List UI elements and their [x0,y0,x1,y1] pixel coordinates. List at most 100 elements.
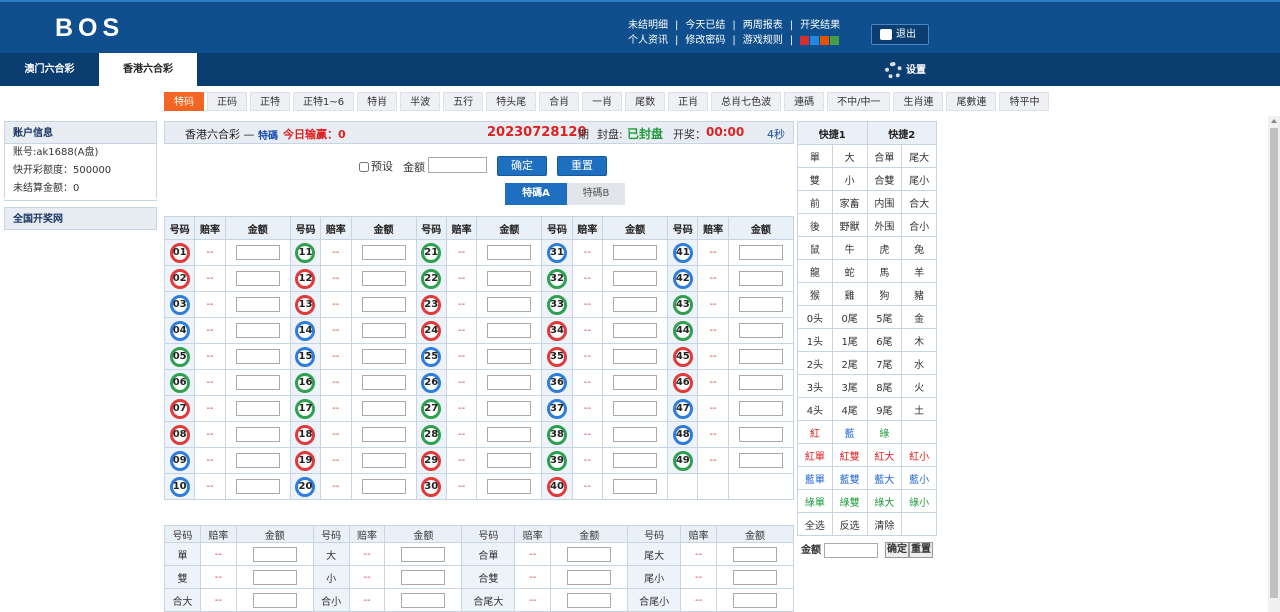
number-ball[interactable]: 17 [295,398,316,419]
attribute-label[interactable]: 大 [312,542,350,566]
quick-option[interactable]: 野獸 [831,213,868,237]
bet-amount-input[interactable] [738,453,783,468]
number-cell[interactable]: 32 [541,265,573,292]
quick-option[interactable]: 4头 [797,397,833,421]
number-ball[interactable]: 06 [169,372,190,393]
quick-option[interactable]: 8尾 [866,374,903,398]
number-cell[interactable]: 34 [541,317,573,344]
bet-amount-input[interactable] [252,569,297,585]
number-ball[interactable]: 47 [672,398,693,419]
scrollbar[interactable] [1268,116,1280,612]
bet-amount-input[interactable] [487,349,532,364]
quick-option[interactable]: 龍 [797,259,833,283]
bet-amount-input[interactable] [235,479,280,494]
bet-amount-input[interactable] [235,245,280,260]
number-cell[interactable]: 23 [415,291,447,318]
number-ball[interactable]: 43 [672,294,693,315]
bet-type-tab[interactable]: 尾数 [625,92,666,111]
number-cell[interactable]: 31 [541,239,573,266]
bet-type-tab[interactable]: 特头尾 [486,92,537,111]
bet-amount-input[interactable] [613,323,658,338]
number-cell[interactable]: 24 [415,317,447,344]
bet-amount-input[interactable] [613,479,658,494]
amount-input[interactable] [428,157,487,173]
theme-color-swatch[interactable] [810,35,820,45]
bet-amount-input[interactable] [613,297,658,312]
quick-header[interactable]: 快捷1 [797,121,868,145]
number-cell[interactable]: 14 [289,317,322,344]
number-ball[interactable]: 04 [169,320,190,341]
number-cell[interactable]: 49 [667,447,699,474]
number-cell[interactable]: 44 [667,317,699,344]
preset-checkbox[interactable]: 预设 [359,158,393,174]
attribute-label[interactable]: 尾小 [627,565,682,589]
results-link[interactable]: 全国开奖网 [4,207,157,230]
quick-option[interactable]: 小 [831,167,868,191]
quick-option[interactable]: 家畜 [831,190,868,214]
number-cell[interactable]: 40 [541,473,573,500]
quick-option[interactable]: 9尾 [866,397,903,421]
quick-option[interactable]: 2头 [797,351,833,375]
bet-amount-input[interactable] [361,323,406,338]
number-ball[interactable]: 30 [421,476,442,497]
bet-amount-input[interactable] [738,349,783,364]
number-ball[interactable]: 38 [547,424,568,445]
bet-type-tab[interactable]: 正肖 [668,92,709,111]
header-link[interactable]: 个人资讯 [628,31,668,46]
quick-option[interactable]: 反选 [831,512,868,536]
quick-option[interactable]: 大 [831,144,868,168]
attribute-label[interactable]: 尾大 [627,542,682,566]
quick-option[interactable]: 0尾 [831,305,868,329]
quick-option[interactable]: 馬 [866,259,903,283]
bet-amount-input[interactable] [235,375,280,390]
bet-amount-input[interactable] [733,569,778,585]
quick-option[interactable]: 火 [901,374,937,398]
number-cell[interactable]: 16 [289,369,322,396]
quick-option[interactable]: 合單 [866,144,903,168]
number-ball[interactable]: 08 [169,424,190,445]
bet-amount-input[interactable] [487,245,532,260]
bet-amount-input[interactable] [361,479,406,494]
number-cell[interactable]: 36 [541,369,573,396]
header-link[interactable]: 开奖结果 [800,16,840,31]
quick-option[interactable]: 紅雙 [831,443,868,467]
number-cell[interactable]: 28 [415,421,447,448]
number-cell[interactable]: 06 [163,369,196,396]
quick-option[interactable]: 尾小 [901,167,937,191]
quick-option[interactable]: 藍單 [797,466,833,490]
bet-amount-input[interactable] [738,401,783,416]
number-cell[interactable]: 17 [289,395,322,422]
bet-amount-input[interactable] [738,427,783,442]
quick-option[interactable]: 3尾 [831,374,868,398]
header-link[interactable]: 今天已结 [685,16,725,31]
quick-option[interactable]: 紅 [797,420,833,444]
number-cell[interactable]: 02 [163,265,196,292]
quick-option[interactable]: 羊 [901,259,937,283]
bet-amount-input[interactable] [401,569,446,585]
number-cell[interactable]: 47 [667,395,699,422]
bet-type-tab[interactable]: 五行 [443,92,484,111]
bet-amount-input[interactable] [487,375,532,390]
quick-option[interactable]: 豬 [901,282,937,306]
quick-option[interactable]: 藍 [831,420,868,444]
quick-option[interactable]: 綠小 [901,489,937,513]
quick-option[interactable]: 猴 [797,282,833,306]
number-ball[interactable]: 27 [421,398,442,419]
quick-option[interactable]: 内围 [866,190,903,214]
quick-option[interactable]: 木 [901,328,937,352]
bet-amount-input[interactable] [235,349,280,364]
number-cell[interactable] [667,473,699,500]
bet-amount-input[interactable] [738,245,783,260]
number-cell[interactable]: 11 [289,239,322,266]
quick-option[interactable]: 尾大 [901,144,937,168]
quick-option[interactable]: 紅單 [797,443,833,467]
quick-option[interactable]: 雙 [797,167,833,191]
bet-amount-input[interactable] [613,271,658,286]
logout-button[interactable]: 退出 [871,24,929,45]
number-ball[interactable]: 39 [547,450,568,471]
number-cell[interactable]: 22 [415,265,447,292]
attribute-label[interactable]: 雙 [164,565,201,589]
number-ball[interactable]: 37 [547,398,568,419]
number-cell[interactable]: 03 [163,291,196,318]
header-link[interactable]: 游戏规则 [743,31,783,46]
